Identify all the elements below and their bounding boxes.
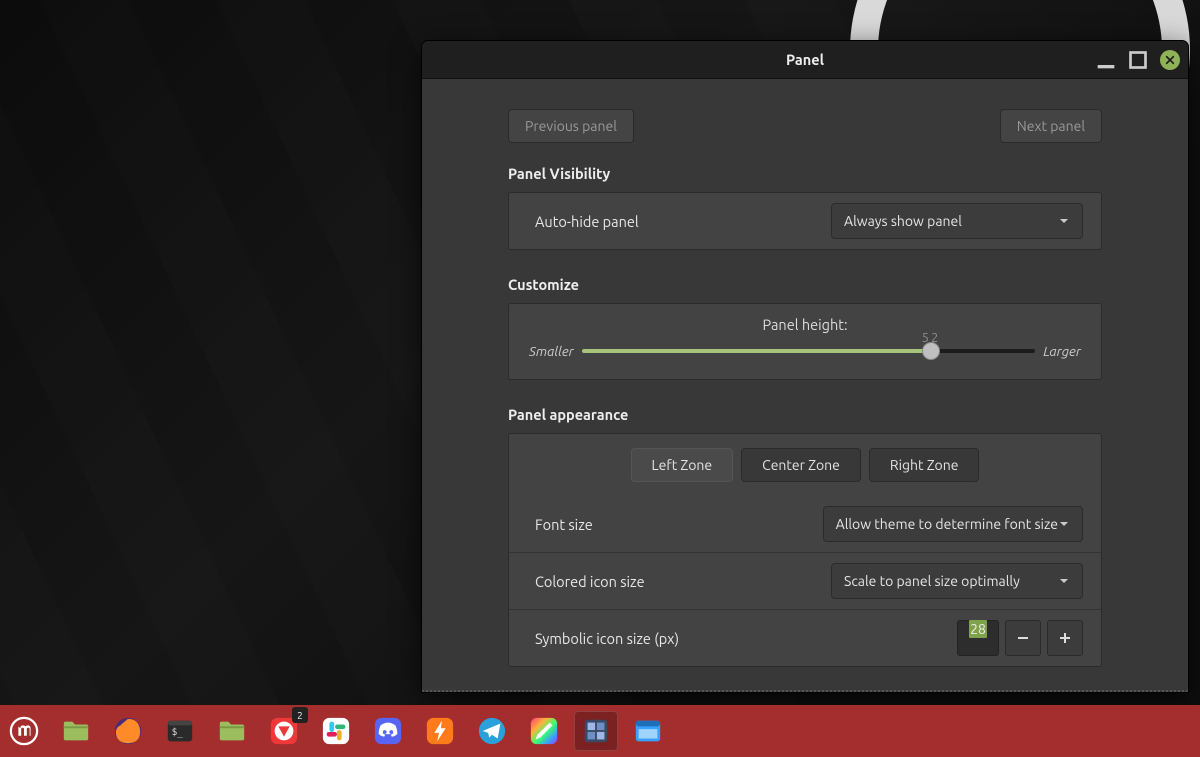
rainbow-pencil-icon — [529, 716, 559, 746]
colored-icon-row: Colored icon size Scale to panel size op… — [509, 552, 1101, 609]
panel-height-slider-row: Smaller 52 Larger — [529, 343, 1081, 359]
taskbar-terminal-button[interactable]: $_ — [158, 711, 202, 751]
previous-panel-button[interactable]: Previous panel — [508, 109, 634, 143]
colored-icon-value: Scale to panel size optimally — [844, 573, 1020, 589]
discord-icon — [373, 716, 403, 746]
window-title: Panel — [786, 51, 824, 68]
next-panel-button[interactable]: Next panel — [1000, 109, 1102, 143]
taskbar-files2-button[interactable] — [210, 711, 254, 751]
chevron-down-icon — [1058, 215, 1070, 227]
taskbar-vivaldi-button[interactable]: 2 — [262, 711, 306, 751]
symbolic-icon-stepper: 28 — [957, 620, 1083, 656]
symbolic-icon-row: Symbolic icon size (px) 28 — [509, 609, 1101, 666]
panel-height-label: Panel height: — [529, 316, 1081, 333]
taskbar-slack-button[interactable] — [314, 711, 358, 751]
section-title-customize: Customize — [508, 276, 1102, 293]
taskbar-discord-button[interactable] — [366, 711, 410, 751]
taskbar-firefox-button[interactable] — [106, 711, 150, 751]
terminal-icon: $_ — [165, 716, 195, 746]
customize-card: Panel height: Smaller 52 Larger — [508, 303, 1102, 380]
taskbar-viewer-button[interactable] — [626, 711, 670, 751]
autohide-row: Auto-hide panel Always show panel — [509, 193, 1101, 249]
appearance-card: Left Zone Center Zone Right Zone Font si… — [508, 433, 1102, 667]
symbolic-icon-label: Symbolic icon size (px) — [535, 630, 679, 647]
zone-left-button[interactable]: Left Zone — [631, 448, 734, 482]
panel-settings-window: Panel Previous panel Next panel Panel Vi… — [422, 41, 1188, 692]
telegram-icon — [477, 716, 507, 746]
autohide-label: Auto-hide panel — [535, 213, 639, 230]
zone-center-button[interactable]: Center Zone — [741, 448, 861, 482]
symbolic-icon-input[interactable]: 28 — [957, 620, 999, 656]
folder-icon — [61, 716, 91, 746]
taskbar-color-picker-button[interactable] — [522, 711, 566, 751]
section-title-appearance: Panel appearance — [508, 406, 1102, 423]
colored-icon-label: Colored icon size — [535, 573, 645, 590]
minimize-icon — [1096, 50, 1116, 70]
maximize-icon — [1128, 50, 1148, 70]
window-close-button[interactable] — [1160, 50, 1180, 70]
taskbar-files-button[interactable] — [54, 711, 98, 751]
close-icon — [1165, 55, 1175, 65]
mint-logo-icon — [9, 716, 39, 746]
colored-icon-select[interactable]: Scale to panel size optimally — [831, 563, 1083, 599]
slider-smaller-label: Smaller — [529, 343, 574, 359]
section-title-visibility: Panel Visibility — [508, 165, 1102, 182]
panel-height-slider[interactable]: 52 — [582, 349, 1035, 353]
chevron-down-icon — [1058, 575, 1070, 587]
symbolic-icon-decrease-button[interactable] — [1005, 620, 1041, 656]
font-size-value: Allow theme to determine font size — [836, 516, 1058, 532]
plus-icon — [1057, 630, 1073, 646]
autohide-select[interactable]: Always show panel — [831, 203, 1083, 239]
taskbar-grid-app-button[interactable] — [574, 711, 618, 751]
folder-icon — [217, 716, 247, 746]
image-viewer-icon — [633, 716, 663, 746]
font-size-select[interactable]: Allow theme to determine font size — [823, 506, 1083, 542]
autohide-value: Always show panel — [844, 213, 962, 229]
window-minimize-button[interactable] — [1096, 50, 1116, 70]
minus-icon — [1015, 630, 1031, 646]
taskbar-vivaldi-badge: 2 — [292, 707, 308, 723]
lightning-icon — [425, 716, 455, 746]
slack-icon — [321, 716, 351, 746]
panel-height-slider-thumb[interactable] — [922, 342, 940, 360]
visibility-card: Auto-hide panel Always show panel — [508, 192, 1102, 250]
slider-larger-label: Larger — [1043, 343, 1081, 359]
firefox-icon — [113, 716, 143, 746]
taskbar-panel: $_ 2 — [0, 705, 1200, 757]
window-controls — [1096, 41, 1180, 78]
zone-right-button[interactable]: Right Zone — [869, 448, 980, 482]
panel-nav-row: Previous panel Next panel — [508, 109, 1102, 143]
taskbar-winamp-button[interactable] — [418, 711, 462, 751]
font-size-label: Font size — [535, 516, 593, 533]
chevron-down-icon — [1058, 518, 1070, 530]
window-body: Previous panel Next panel Panel Visibili… — [422, 79, 1188, 692]
symbolic-icon-increase-button[interactable] — [1047, 620, 1083, 656]
font-size-row: Font size Allow theme to determine font … — [509, 496, 1101, 552]
window-resize-handle[interactable] — [422, 690, 1188, 692]
svg-text:$_: $_ — [172, 727, 184, 738]
grid-icon — [581, 716, 611, 746]
taskbar-telegram-button[interactable] — [470, 711, 514, 751]
window-maximize-button[interactable] — [1128, 50, 1148, 70]
taskbar-menu-button[interactable] — [2, 711, 46, 751]
zone-selector: Left Zone Center Zone Right Zone — [509, 434, 1101, 496]
window-titlebar[interactable]: Panel — [422, 41, 1188, 79]
